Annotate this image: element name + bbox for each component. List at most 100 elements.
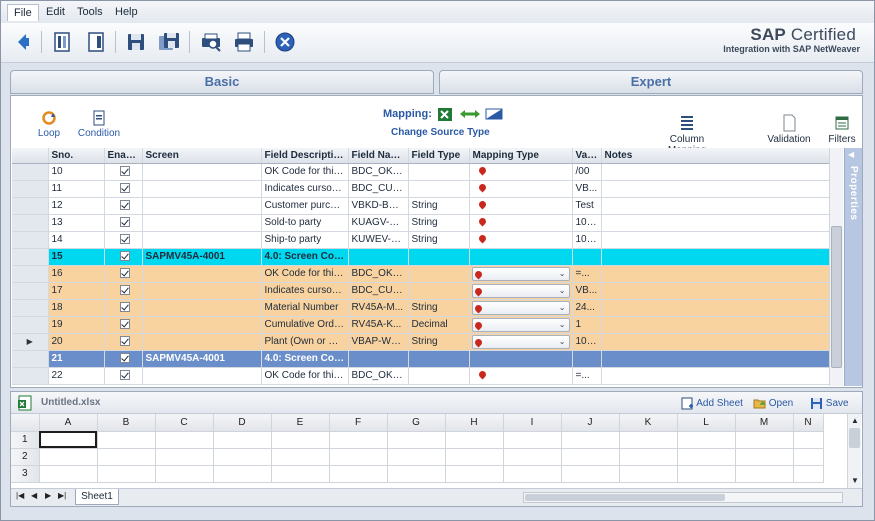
chevron-down-icon[interactable]: ⌄ <box>559 286 566 295</box>
sheet-column-header[interactable]: F <box>329 414 388 432</box>
mapping-type-dropdown[interactable]: ⌄ <box>471 317 570 332</box>
menu-edit[interactable]: Edit <box>40 4 71 21</box>
cell-mapping-type[interactable] <box>469 180 573 198</box>
cell-enable[interactable] <box>104 163 143 181</box>
cell-notes[interactable] <box>601 180 829 198</box>
sheet-column-header[interactable]: G <box>387 414 446 432</box>
row-selector[interactable] <box>12 350 49 368</box>
table-row[interactable]: 22 OK Code for this ... BDC_OKC... =... <box>12 367 829 385</box>
table-row[interactable]: 19 Cumulative Orde... RV45A-K... Decimal ⌄ 1 <box>12 316 829 334</box>
sheet-column-header[interactable]: I <box>503 414 562 432</box>
cell-enable[interactable] <box>104 197 143 215</box>
change-source-type-link[interactable]: Change Source Type <box>391 127 490 138</box>
cell-notes[interactable] <box>601 350 829 368</box>
row-selector[interactable] <box>12 367 49 385</box>
sheet-cell[interactable] <box>97 448 156 466</box>
cell-value[interactable]: 1 <box>572 316 602 334</box>
target-source-icon[interactable] <box>485 108 503 120</box>
chevron-down-icon[interactable]: ⌄ <box>559 303 566 312</box>
cell-mapping-type[interactable]: ⌄ <box>469 316 573 334</box>
cell-mapping-type[interactable]: ⌄ <box>469 333 573 351</box>
column-header-notes[interactable]: Notes <box>601 148 829 164</box>
column-header-field-description[interactable]: Field Description <box>261 148 349 164</box>
cell-mapping-type[interactable] <box>469 350 573 368</box>
sheet-cell[interactable] <box>39 448 98 466</box>
next-sheet-icon[interactable]: ▶ <box>45 491 51 500</box>
sheet-column-header[interactable]: M <box>735 414 794 432</box>
scroll-up-icon[interactable]: ▲ <box>851 416 859 425</box>
column-header-enable[interactable]: Enable <box>104 148 143 164</box>
sheet-cell[interactable] <box>619 465 678 483</box>
enable-checkbox[interactable] <box>119 319 130 330</box>
sheet-row-header[interactable]: 2 <box>11 448 40 466</box>
column-header-sno[interactable]: Sno. <box>48 148 105 164</box>
validation-button[interactable]: Validation <box>767 114 811 145</box>
sheet-cell[interactable] <box>387 448 446 466</box>
mapping-type-dropdown[interactable]: ⌄ <box>471 283 570 298</box>
split-view-icon[interactable] <box>83 29 109 55</box>
cell-mapping-type[interactable] <box>469 367 573 385</box>
cell-mapping-type[interactable]: ⌄ <box>469 265 573 283</box>
sheet-column-header[interactable]: L <box>677 414 736 432</box>
sheet-cell[interactable] <box>213 465 272 483</box>
sheet-column-header[interactable]: C <box>155 414 214 432</box>
excel-source-icon[interactable] <box>437 107 453 122</box>
cell-enable[interactable] <box>104 214 143 232</box>
sheet-cell[interactable] <box>445 431 504 449</box>
sheet-cell[interactable] <box>387 465 446 483</box>
sheet-column-header[interactable]: A <box>39 414 98 432</box>
cell-value[interactable]: Test <box>572 197 602 215</box>
cell-enable[interactable] <box>104 265 143 283</box>
spreadsheet-scroll-thumb[interactable] <box>849 428 860 448</box>
menu-tools[interactable]: Tools <box>71 4 109 21</box>
mapping-type-dropdown[interactable]: ⌄ <box>471 334 570 349</box>
cell-notes[interactable] <box>601 282 829 300</box>
sheet-cell[interactable] <box>793 465 824 483</box>
table-row[interactable]: 16 OK Code for this ... BDC_OKC... ⌄ =... <box>12 265 829 283</box>
spreadsheet-vertical-scrollbar[interactable]: ▲ ▼ <box>847 414 861 488</box>
swap-arrows-icon[interactable] <box>459 108 481 120</box>
open-layout-icon[interactable] <box>49 29 75 55</box>
sheet-corner[interactable] <box>11 414 40 432</box>
column-header-field-name[interactable]: Field Name <box>348 148 409 164</box>
enable-checkbox[interactable] <box>119 217 130 228</box>
sheet-cell[interactable] <box>619 448 678 466</box>
sheet-cell[interactable] <box>735 465 794 483</box>
cell-notes[interactable] <box>601 197 829 215</box>
menu-file[interactable]: File <box>7 4 39 21</box>
row-selector[interactable] <box>12 163 49 181</box>
table-row[interactable]: 11 Indicates cursor ... BDC_CUR... VB... <box>12 180 829 198</box>
sheet-cell[interactable] <box>793 448 824 466</box>
sheet-column-header[interactable]: N <box>793 414 824 432</box>
sheet-cell[interactable] <box>619 431 678 449</box>
cell-value[interactable]: VB... <box>572 282 602 300</box>
cell-enable[interactable] <box>104 231 143 249</box>
cell-mapping-type[interactable] <box>469 248 573 266</box>
preview-icon[interactable] <box>198 29 224 55</box>
cell-notes[interactable] <box>601 367 829 385</box>
sheet-cell[interactable] <box>39 431 98 449</box>
sheet-cell[interactable] <box>271 465 330 483</box>
grid-vertical-scrollbar[interactable] <box>829 148 843 386</box>
chevron-down-icon[interactable]: ⌄ <box>559 320 566 329</box>
sheet-cell[interactable] <box>97 465 156 483</box>
enable-checkbox[interactable] <box>119 353 130 364</box>
cell-enable[interactable] <box>104 316 143 334</box>
cell-value[interactable]: =... <box>572 265 602 283</box>
cell-mapping-type[interactable]: ⌄ <box>469 282 573 300</box>
scroll-down-icon[interactable]: ▼ <box>851 476 859 485</box>
cell-value[interactable]: =... <box>572 367 602 385</box>
save-all-icon[interactable] <box>156 29 182 55</box>
cell-notes[interactable] <box>601 163 829 181</box>
sheet-cell[interactable] <box>793 431 824 449</box>
sheet-column-header[interactable]: K <box>619 414 678 432</box>
cell-value[interactable]: VB... <box>572 180 602 198</box>
sheet-cell[interactable] <box>39 465 98 483</box>
cell-notes[interactable] <box>601 333 829 351</box>
sheet-column-header[interactable]: J <box>561 414 620 432</box>
tab-basic[interactable]: Basic <box>10 70 434 94</box>
horizontal-scroll-thumb[interactable] <box>525 494 725 501</box>
save-sheet-button[interactable]: Save <box>810 397 849 410</box>
chevron-down-icon[interactable]: ⌄ <box>559 337 566 346</box>
enable-checkbox[interactable] <box>119 285 130 296</box>
